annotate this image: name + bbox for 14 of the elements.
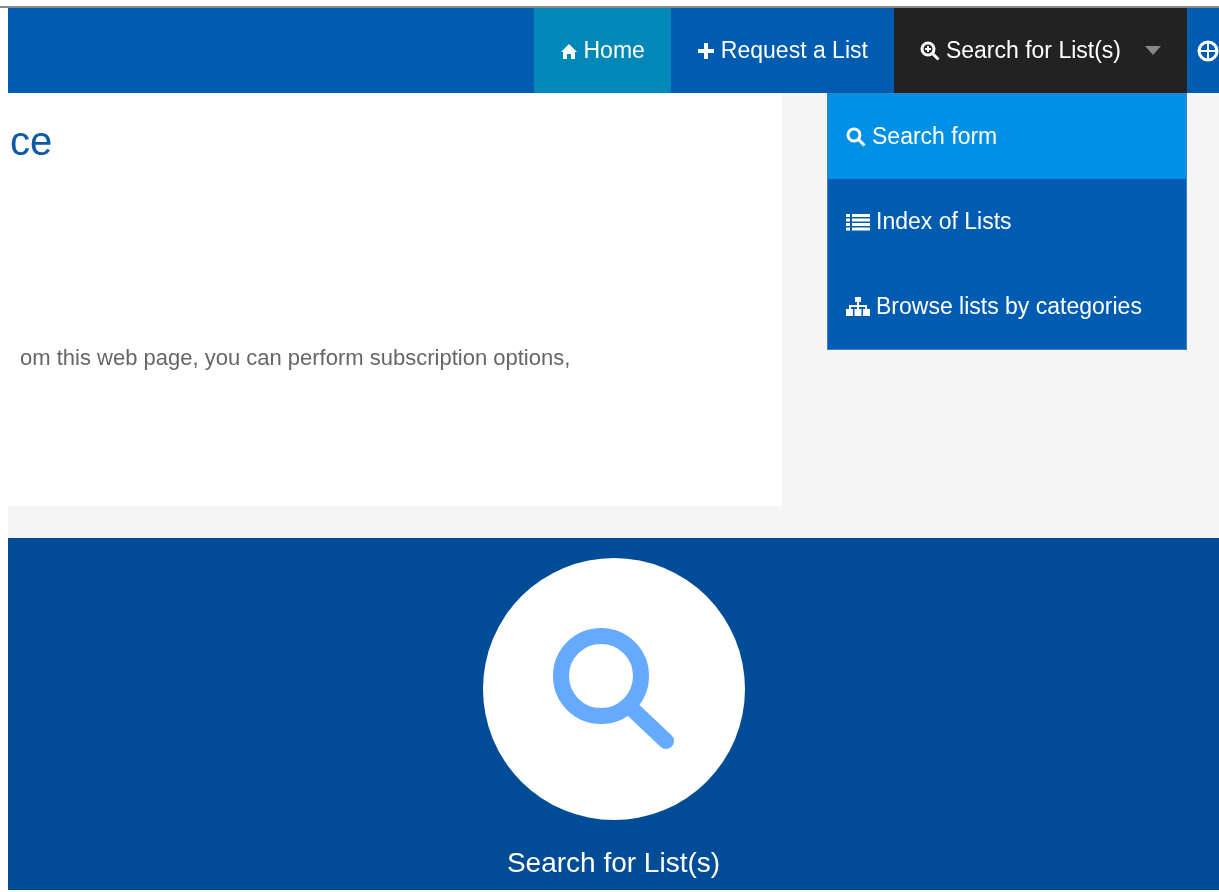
sitemap-icon [846, 296, 870, 317]
zoom-in-icon [919, 40, 940, 61]
home-icon [559, 42, 578, 59]
dropdown-item[interactable]: Search form [828, 94, 1186, 179]
list-icon [846, 212, 870, 231]
nav-link[interactable]: Search for List(s) [893, 8, 1187, 93]
feature-label[interactable]: Search for List(s) [506, 842, 721, 884]
page-title: ce [10, 121, 53, 161]
plus-icon [696, 41, 715, 60]
search-icon [846, 126, 866, 147]
globe-icon[interactable] [1197, 39, 1219, 62]
nav-link[interactable]: Home [533, 8, 671, 93]
caret-icon [1145, 46, 1161, 55]
intro-text: om this web page, you can perform subscription options, [20, 344, 571, 372]
